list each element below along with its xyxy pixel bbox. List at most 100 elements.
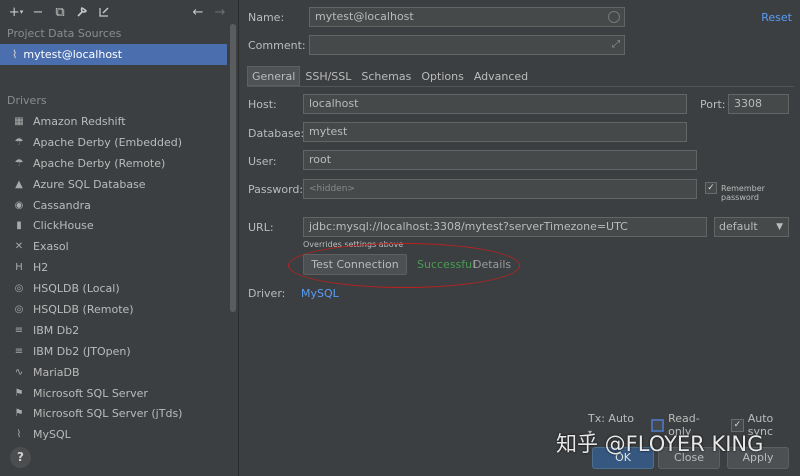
database-label: Database: — [248, 127, 305, 140]
url-label: URL: — [248, 221, 274, 234]
driver-item[interactable]: ☂ Apache Derby (Embedded) — [0, 132, 238, 153]
remove-icon[interactable]: − — [28, 2, 48, 22]
datasource-item-label: mytest@localhost — [23, 48, 123, 61]
wrench-icon[interactable] — [72, 2, 92, 22]
driver-item-label: MariaDB — [33, 365, 80, 379]
driver-item-label: IBM Db2 (JTOpen) — [33, 344, 131, 358]
driver-link[interactable]: MySQL — [301, 287, 339, 300]
driver-item[interactable]: ▲ Azure SQL Database — [0, 174, 238, 195]
driver-item-label: Microsoft SQL Server — [33, 386, 148, 400]
user-field[interactable]: root — [303, 150, 697, 170]
driver-item[interactable]: ◎ HSQLDB (Remote) — [0, 299, 238, 320]
forward-arrow-icon[interactable]: → — [210, 2, 230, 22]
tab-general[interactable]: General — [247, 66, 301, 86]
driver-item-label: H2 — [33, 261, 49, 275]
test-status: Successful — [417, 258, 476, 271]
expand-icon[interactable]: ⤢ — [612, 36, 620, 54]
password-field[interactable]: <hidden> — [303, 179, 697, 199]
driver-item[interactable]: ≡ IBM Db2 — [0, 320, 238, 341]
host-label: Host: — [248, 98, 277, 111]
hsqldb-icon: ◎ — [14, 283, 24, 295]
sidebar-toolbar: + ▾ − ⧉ ← → — [0, 0, 238, 24]
back-arrow-icon[interactable]: ← — [188, 2, 208, 22]
exasol-icon: ✕ — [14, 241, 24, 253]
driver-item[interactable]: ∿ MariaDB — [0, 362, 238, 383]
driver-item-label: IBM Db2 — [33, 323, 80, 337]
tab-advanced[interactable]: Advanced — [469, 66, 533, 86]
mariadb-icon: ∿ — [14, 366, 24, 378]
comment-label: Comment: — [248, 39, 306, 52]
url-mode-select[interactable]: default ▼ — [714, 217, 789, 237]
driver-item[interactable]: ▮ ClickHouse — [0, 215, 238, 236]
driver-item[interactable]: H H2 — [0, 257, 238, 278]
tx-mode-value: Tx: Auto — [588, 412, 634, 425]
sidebar-scrollbar[interactable] — [230, 24, 236, 312]
driver-item-label: HSQLDB (Remote) — [33, 302, 134, 316]
mysql-dolphin-icon: ⌇ — [12, 48, 18, 61]
tabs-divider — [247, 86, 794, 87]
driver-item-label: Azure SQL Database — [33, 177, 146, 191]
host-field[interactable]: localhost — [303, 94, 687, 114]
driver-item[interactable]: ◉ Cassandra — [0, 195, 238, 216]
name-label: Name: — [248, 11, 285, 24]
user-label: User: — [248, 155, 277, 168]
mssql-icon: ⚑ — [14, 408, 24, 420]
driver-item-label: Exasol — [33, 240, 69, 254]
tab-schemas[interactable]: Schemas — [356, 66, 416, 86]
redshift-icon: ▦ — [14, 115, 24, 127]
tab-options[interactable]: Options — [416, 66, 468, 86]
driver-item[interactable]: ◎ HSQLDB (Local) — [0, 278, 238, 299]
derby-icon: ☂ — [14, 157, 24, 169]
port-label: Port: — [700, 98, 726, 111]
driver-item[interactable]: ⚑ Microsoft SQL Server — [0, 383, 238, 404]
hsqldb-icon: ◎ — [14, 303, 24, 315]
reset-link[interactable]: Reset — [761, 11, 792, 24]
url-mode-value: default — [719, 220, 758, 233]
driver-item-label: Amazon Redshift — [33, 114, 126, 128]
derby-icon: ☂ — [14, 136, 24, 148]
port-field[interactable]: 3308 — [728, 94, 789, 114]
tab-ssh-ssl[interactable]: SSH/SSL — [300, 66, 356, 86]
driver-item-label: Microsoft SQL Server (jTds) — [33, 407, 183, 421]
clickhouse-icon: ▮ — [16, 220, 22, 232]
project-data-sources-title: Project Data Sources — [7, 27, 122, 40]
color-circle-icon[interactable] — [608, 11, 620, 23]
dropdown-arrow-icon: ▼ — [776, 222, 783, 232]
azure-icon: ▲ — [15, 178, 23, 190]
remember-password-label: Remember password — [721, 184, 765, 202]
driver-item[interactable]: ≡ IBM Db2 (JTOpen) — [0, 341, 238, 362]
remember-password-checkbox[interactable]: ✓ — [705, 182, 717, 194]
connection-settings-panel: Name: mytest@localhost Reset Comment: ⤢ … — [240, 0, 800, 476]
driver-item[interactable]: ✕ Exasol — [0, 236, 238, 257]
ibm-icon: ≡ — [14, 345, 24, 357]
mysql-icon: ⌇ — [16, 429, 22, 441]
duplicate-icon[interactable]: ⧉ — [50, 2, 70, 22]
comment-field[interactable]: ⤢ — [309, 35, 625, 55]
driver-item[interactable]: ⌇ MySQL — [0, 424, 238, 445]
password-label: Password: — [248, 183, 304, 196]
data-sources-sidebar: + ▾ − ⧉ ← → Project Data Sources ⌇ mytest… — [0, 0, 239, 476]
edit-icon[interactable] — [94, 2, 114, 22]
help-button[interactable]: ? — [10, 447, 31, 468]
details-link[interactable]: Details — [473, 258, 511, 271]
drivers-title: Drivers — [7, 94, 47, 107]
mssql-icon: ⚑ — [14, 387, 24, 399]
driver-item-label: Cassandra — [33, 198, 91, 212]
name-field[interactable]: mytest@localhost — [309, 7, 625, 27]
driver-item[interactable]: ⚑ Microsoft SQL Server (jTds) — [0, 403, 238, 424]
driver-item-label: HSQLDB (Local) — [33, 282, 120, 296]
test-connection-button[interactable]: Test Connection — [303, 254, 407, 275]
url-field[interactable]: jdbc:mysql://localhost:3308/mytest?serve… — [303, 217, 707, 237]
driver-item[interactable]: ☂ Apache Derby (Remote) — [0, 153, 238, 174]
name-value: mytest@localhost — [315, 10, 414, 23]
cassandra-icon: ◉ — [14, 199, 24, 211]
add-icon[interactable]: + ▾ — [6, 2, 26, 22]
database-field[interactable]: mytest — [303, 122, 687, 142]
driver-list: ▦ Amazon Redshift ☂ Apache Derby (Embedded)… — [0, 111, 238, 445]
driver-item-label: MySQL — [33, 428, 71, 442]
settings-tabs: General SSH/SSL Schemas Options Advanced — [247, 66, 533, 86]
driver-item[interactable]: ▦ Amazon Redshift — [0, 111, 238, 132]
watermark: 知乎 @FLOYER KING — [556, 432, 764, 456]
driver-label: Driver: — [248, 287, 286, 300]
datasource-item-mytest[interactable]: ⌇ mytest@localhost — [0, 44, 227, 65]
